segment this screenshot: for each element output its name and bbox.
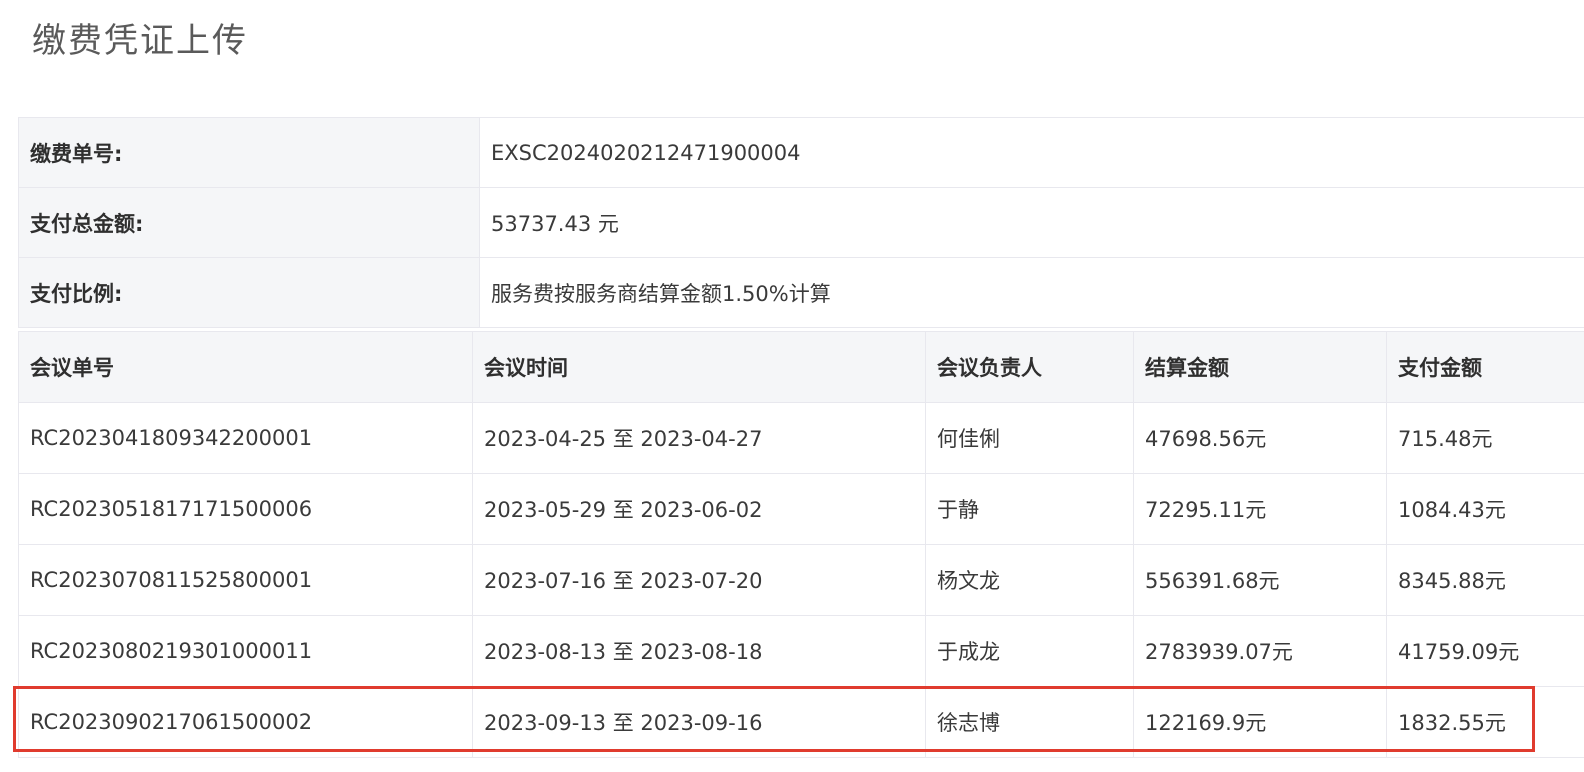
settlement-amount-cell: 47698.56元 [1133, 402, 1387, 474]
page-title: 缴费凭证上传 [32, 21, 248, 61]
column-header-payment-amount: 支付金额 [1386, 331, 1584, 403]
info-label: 缴费单号: [18, 117, 480, 188]
table-row: RC2023070811525800001 2023-07-16 至 2023-… [18, 544, 1584, 616]
info-row-order-number: 缴费单号: EXSC2024020212471900004 [18, 117, 1584, 188]
meeting-number-cell: RC2023070811525800001 [18, 544, 473, 616]
column-header-meeting-time: 会议时间 [472, 331, 926, 403]
table-row: RC2023080219301000011 2023-08-13 至 2023-… [18, 615, 1584, 687]
info-label: 支付总金额: [18, 187, 480, 258]
info-row-payment-ratio: 支付比例: 服务费按服务商结算金额1.50%计算 [18, 257, 1584, 328]
settlement-amount-cell: 72295.11元 [1133, 473, 1387, 545]
meeting-number-cell: RC2023090217061500002 [18, 686, 473, 758]
payment-amount-cell: 41759.09元 [1386, 615, 1584, 687]
meeting-owner-cell: 于静 [925, 473, 1134, 545]
table-row: RC2023041809342200001 2023-04-25 至 2023-… [18, 402, 1584, 474]
meeting-owner-cell: 何佳俐 [925, 402, 1134, 474]
info-label: 支付比例: [18, 257, 480, 328]
order-number-value: EXSC2024020212471900004 [479, 117, 1584, 188]
table-row-highlighted: RC2023090217061500002 2023-09-13 至 2023-… [18, 686, 1584, 758]
meeting-number-cell: RC2023051817171500006 [18, 473, 473, 545]
payment-amount-cell: 1084.43元 [1386, 473, 1584, 545]
meeting-time-cell: 2023-07-16 至 2023-07-20 [472, 544, 926, 616]
payment-info-table: 缴费单号: EXSC2024020212471900004 支付总金额: 537… [18, 117, 1584, 328]
payment-ratio-value: 服务费按服务商结算金额1.50%计算 [479, 257, 1584, 328]
table-row: RC2023051817171500006 2023-05-29 至 2023-… [18, 473, 1584, 545]
info-row-total-amount: 支付总金额: 53737.43 元 [18, 187, 1584, 258]
payment-amount-cell: 8345.88元 [1386, 544, 1584, 616]
meeting-time-cell: 2023-04-25 至 2023-04-27 [472, 402, 926, 474]
column-header-meeting-owner: 会议负责人 [925, 331, 1134, 403]
meeting-owner-cell: 徐志博 [925, 686, 1134, 758]
table-header-row: 会议单号 会议时间 会议负责人 结算金额 支付金额 [18, 331, 1584, 403]
meeting-owner-cell: 于成龙 [925, 615, 1134, 687]
meeting-time-cell: 2023-09-13 至 2023-09-16 [472, 686, 926, 758]
meeting-time-cell: 2023-08-13 至 2023-08-18 [472, 615, 926, 687]
column-header-meeting-number: 会议单号 [18, 331, 473, 403]
meeting-detail-table: 会议单号 会议时间 会议负责人 结算金额 支付金额 RC202304180934… [18, 331, 1584, 758]
settlement-amount-cell: 2783939.07元 [1133, 615, 1387, 687]
total-amount-value: 53737.43 元 [479, 187, 1584, 258]
settlement-amount-cell: 122169.9元 [1133, 686, 1387, 758]
meeting-owner-cell: 杨文龙 [925, 544, 1134, 616]
meeting-time-cell: 2023-05-29 至 2023-06-02 [472, 473, 926, 545]
meeting-number-cell: RC2023080219301000011 [18, 615, 473, 687]
column-header-settlement-amount: 结算金额 [1133, 331, 1387, 403]
payment-amount-cell: 715.48元 [1386, 402, 1584, 474]
meeting-number-cell: RC2023041809342200001 [18, 402, 473, 474]
payment-amount-cell: 1832.55元 [1386, 686, 1584, 758]
settlement-amount-cell: 556391.68元 [1133, 544, 1387, 616]
